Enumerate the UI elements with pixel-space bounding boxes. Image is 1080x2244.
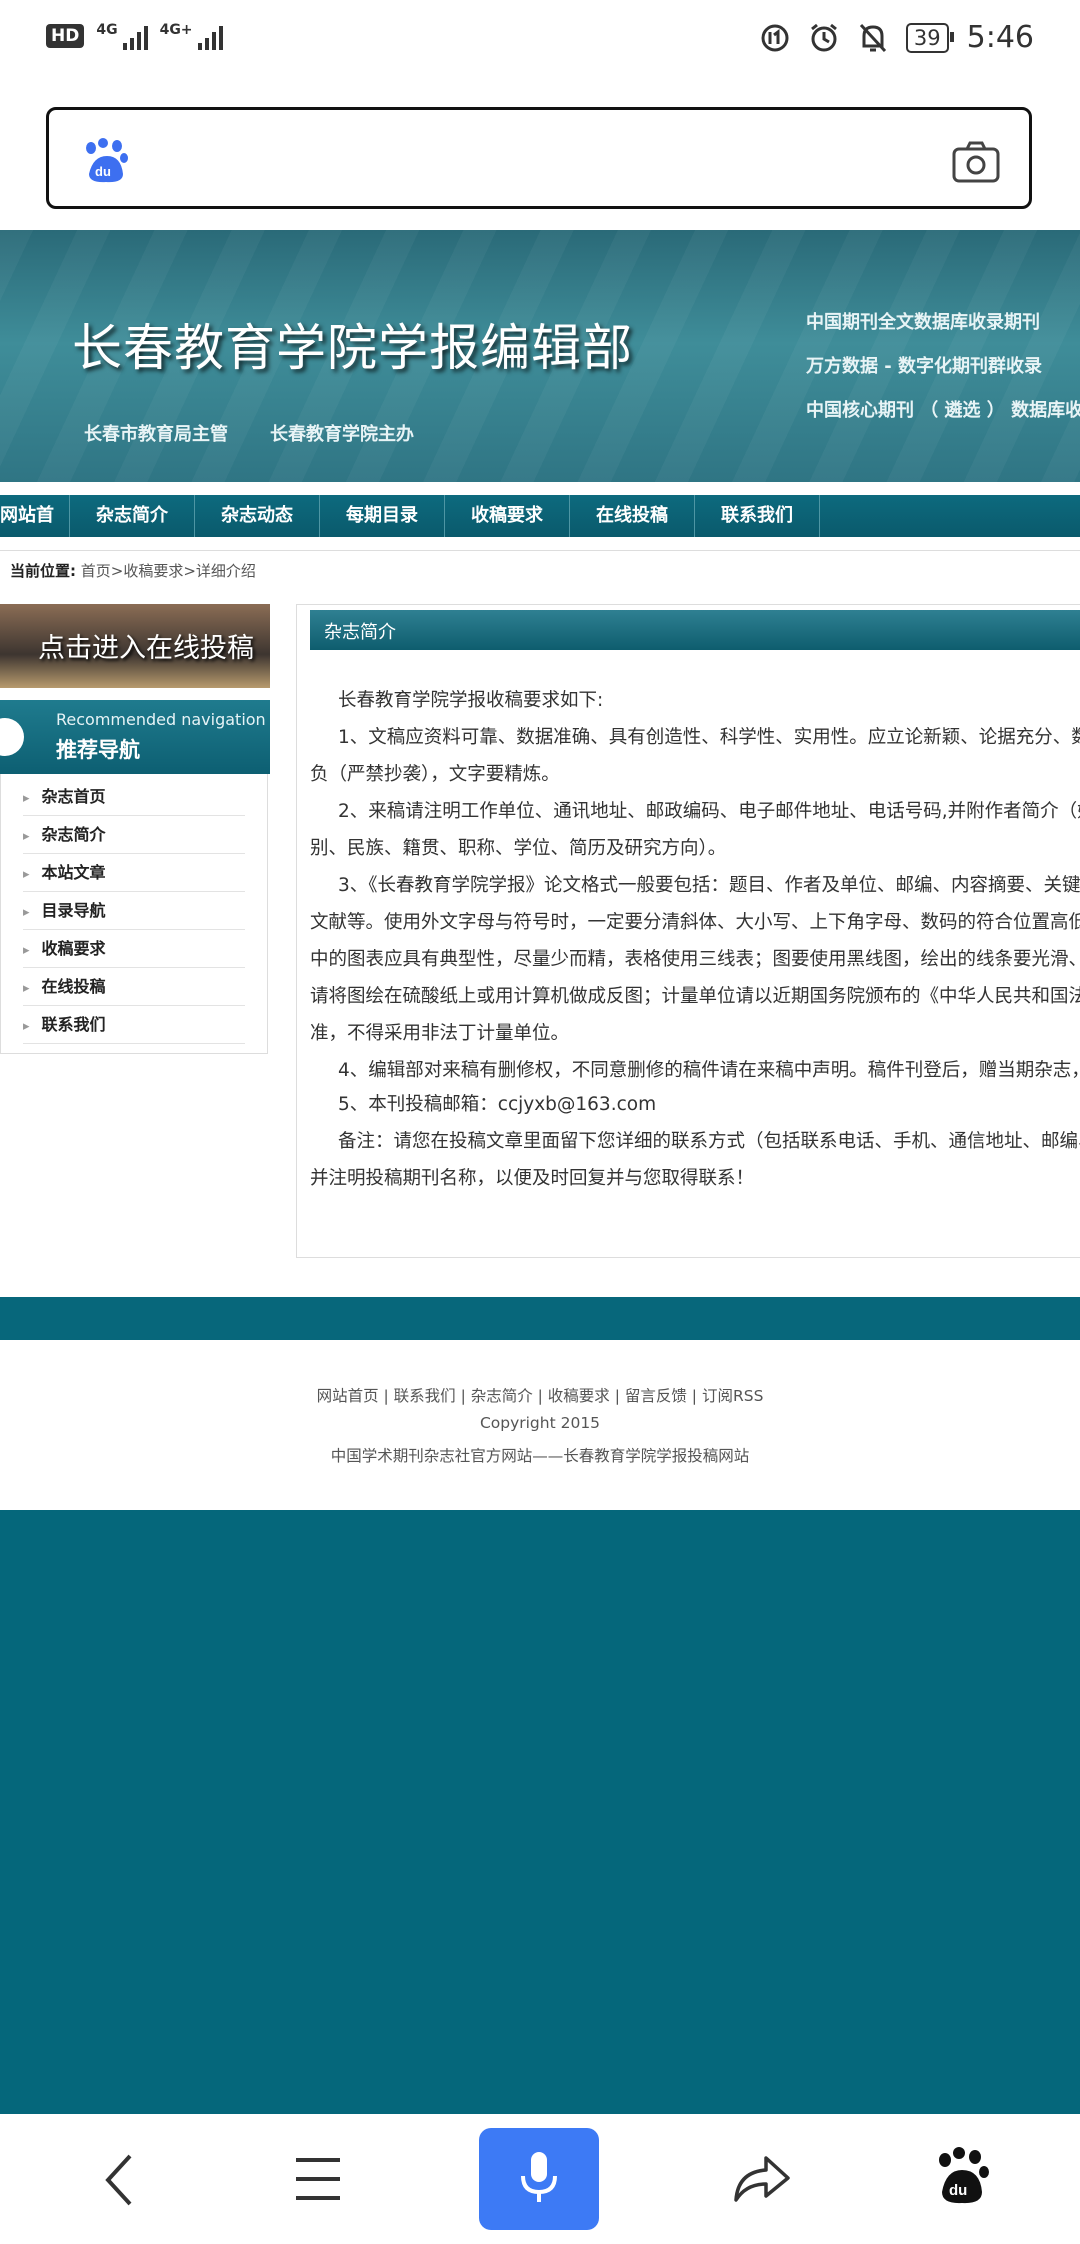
sidebar-item-home[interactable]: 杂志首页 — [23, 778, 245, 816]
alarm-icon — [810, 23, 837, 51]
banner-index-3: 中国核心期刊 （ 遴选 ） 数据库收 — [806, 400, 1080, 421]
signal-1-icon: 4G — [96, 22, 148, 50]
status-right: 39 5:46 — [760, 20, 1034, 55]
baidu-home-icon[interactable]: du — [934, 2146, 990, 2206]
nav-news[interactable]: 杂志动态 — [195, 495, 320, 537]
banner-index-1: 中国期刊全文数据库收录期刊 — [806, 312, 1040, 333]
sidebar-item-catalog[interactable]: 目录导航 — [23, 892, 245, 930]
data-saver-icon — [761, 24, 789, 51]
share-icon[interactable] — [730, 2150, 792, 2206]
nav-home[interactable]: 网站首页 — [0, 495, 70, 568]
svg-text:du: du — [949, 2182, 967, 2199]
search-box[interactable]: du — [46, 107, 1032, 209]
content-line: 长春教育学院学报收稿要求如下: — [338, 690, 604, 711]
content-line: 1、文稿应资料可靠、数据准确、具有创造性、科学性、实用性。应立论新颖、论据充分、… — [338, 727, 1080, 748]
content-line: 准，不得采用非法丁计量单位。 — [310, 1023, 570, 1044]
content-heading-bar: 杂志简介 — [310, 610, 1080, 650]
footer-site-name: 中国学术期刊杂志社官方网站——长春教育学院学报投稿网站 — [330, 1447, 750, 1465]
footer-copyright: Copyright 2015 — [479, 1414, 601, 1432]
nav-requirements[interactable]: 收稿要求 — [445, 495, 570, 537]
content-line: 请将图绘在硫酸纸上或用计算机做成反图；计量单位请以近期国务院颁布的《中华人民共和… — [310, 986, 1080, 1007]
menu-icon[interactable] — [292, 2152, 344, 2206]
back-icon[interactable] — [100, 2150, 140, 2210]
sidebar-item-contact[interactable]: 联系我们 — [23, 1006, 245, 1044]
content-line: 文献等。使用外文字母与符号时，一定要分清斜体、大小写、上下角字母、数码的符合位置… — [310, 912, 1080, 933]
content-heading: 杂志简介 — [324, 622, 396, 643]
divider — [0, 550, 1080, 551]
sidebar-item-articles[interactable]: 本站文章 — [23, 854, 245, 892]
nav-submit[interactable]: 在线投稿 — [570, 495, 695, 537]
main-nav: 网站首页 杂志简介 杂志动态 每期目录 收稿要求 在线投稿 联系我们 — [0, 495, 1080, 568]
sidebar-item-requirements[interactable]: 收稿要求 — [23, 930, 245, 968]
content-line: 负（严禁抄袭），文字要精炼。 — [310, 764, 560, 785]
page-bottom-fill — [0, 1510, 1080, 2114]
voice-search-button[interactable] — [479, 2128, 599, 2230]
nav-about[interactable]: 杂志简介 — [70, 495, 195, 537]
nav-issues[interactable]: 每期目录 — [320, 495, 445, 537]
site-title: 长春教育学院学报编辑部 — [72, 319, 633, 377]
status-left: HD 4G 4G+ — [46, 22, 223, 50]
breadcrumb: 当前位置: 首页>收稿要求>详细介绍 — [10, 560, 256, 581]
sponsor-text: 长春市教育局主管 — [84, 424, 228, 445]
content-line: 5、本刊投稿邮箱：ccjyxb@163.com — [338, 1094, 657, 1115]
camera-icon[interactable] — [951, 140, 1001, 184]
clock: 5:46 — [966, 20, 1034, 55]
signal-2-icon: 4G+ — [160, 22, 223, 50]
recommended-nav-header: Recommended navigation 推荐导航 — [0, 700, 270, 774]
breadcrumb-path[interactable]: 首页>收稿要求>详细介绍 — [81, 562, 256, 580]
content-line: 3、《长春教育学院学报》论文格式一般要包括：题目、作者及单位、邮编、内容摘要、关… — [338, 875, 1080, 896]
baidu-paw-icon[interactable]: du — [81, 138, 129, 184]
nav-contact[interactable]: 联系我们 — [695, 495, 820, 537]
microphone-icon — [521, 2152, 557, 2202]
sidebar-item-submit[interactable]: 在线投稿 — [23, 968, 245, 1006]
content-line: 中的图表应具有典型性，尽量少而精，表格使用三线表；图要使用黑线图，绘出的线条要光… — [310, 949, 1080, 970]
sidebar-item-about[interactable]: 杂志简介 — [23, 816, 245, 854]
organizer-text: 长春教育学院主办 — [270, 424, 414, 445]
nav-circle-icon — [0, 718, 24, 756]
breadcrumb-label: 当前位置: — [10, 562, 76, 580]
footer-band — [0, 1297, 1080, 1340]
content-line: 并注明投稿期刊名称，以便及时回复并与您取得联系！ — [310, 1168, 755, 1189]
content-line: 2、来稿请注明工作单位、通讯地址、邮政编码、电子邮件地址、电话号码,并附作者简介… — [338, 801, 1080, 822]
rec-nav-english: Recommended navigation — [56, 710, 266, 729]
battery-indicator: 39 — [905, 22, 954, 53]
footer-links[interactable]: 网站首页 | 联系我们 | 杂志简介 | 收稿要求 | 留言反馈 | 订阅RSS — [0, 1384, 1080, 1406]
rec-nav-title: 推荐导航 — [56, 738, 140, 762]
content-line: 别、民族、籍贯、职称、学位、简历及研究方向）。 — [310, 838, 727, 859]
status-bar: HD 4G 4G+ 39 5:46 — [0, 0, 1080, 86]
hd-badge: HD — [46, 24, 85, 48]
banner-index-2: 万方数据 - 数字化期刊群收录 — [806, 356, 1043, 377]
sidebar-list: 杂志首页 杂志简介 本站文章 目录导航 收稿要求 在线投稿 联系我们 — [0, 774, 268, 1054]
svg-text:du: du — [95, 164, 111, 179]
mute-bell-icon — [859, 23, 886, 52]
online-submission-banner[interactable]: 点击进入在线投稿 — [0, 604, 270, 688]
content-line: 备注：请您在投稿文章里面留下您详细的联系方式（包括联系电话、手机、通信地址、邮编… — [338, 1131, 1080, 1152]
promo-text: 点击进入在线投稿 — [38, 633, 254, 664]
site-banner: 长春教育学院学报编辑部 长春市教育局主管 长春教育学院主办 中国期刊全文数据库收… — [0, 230, 1080, 482]
content-line: 4、编辑部对来稿有删修权，不同意删修的稿件请在来稿中声明。稿件刊登后，赠当期杂志… — [338, 1060, 1080, 1081]
